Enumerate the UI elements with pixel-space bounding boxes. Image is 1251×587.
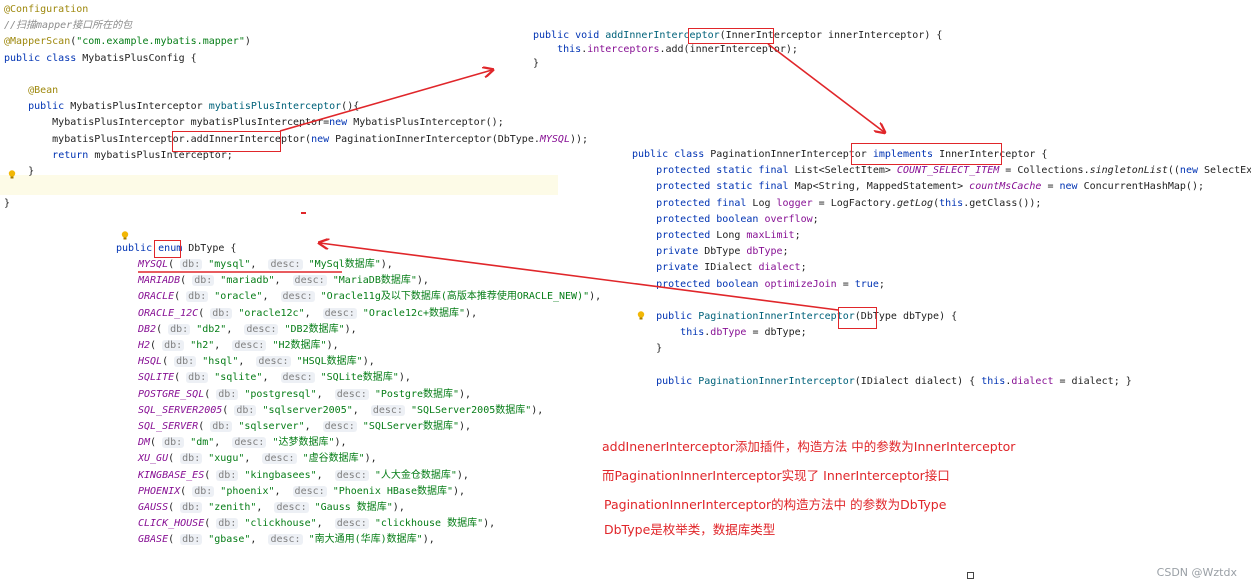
arrow-to-add-method: [279, 70, 492, 132]
small-square-icon: [967, 572, 974, 579]
note-line-1: addInenerInterceptor添加插件，构造方法 中的参数为Inner…: [602, 439, 1016, 454]
note-line-2: 而PaginationInnerInterceptor实现了 InnerInte…: [602, 468, 950, 483]
arrow-to-pagination-class: [767, 43, 884, 132]
note-line-4: DbType是枚举类，数据库类型: [604, 522, 776, 537]
note-line-3: PaginationInnerInterceptor的构造方法中 的参数为DbT…: [604, 497, 947, 512]
watermark: CSDN @Wztdx: [1156, 566, 1237, 579]
arrow-to-dbtype-enum: [320, 243, 839, 311]
